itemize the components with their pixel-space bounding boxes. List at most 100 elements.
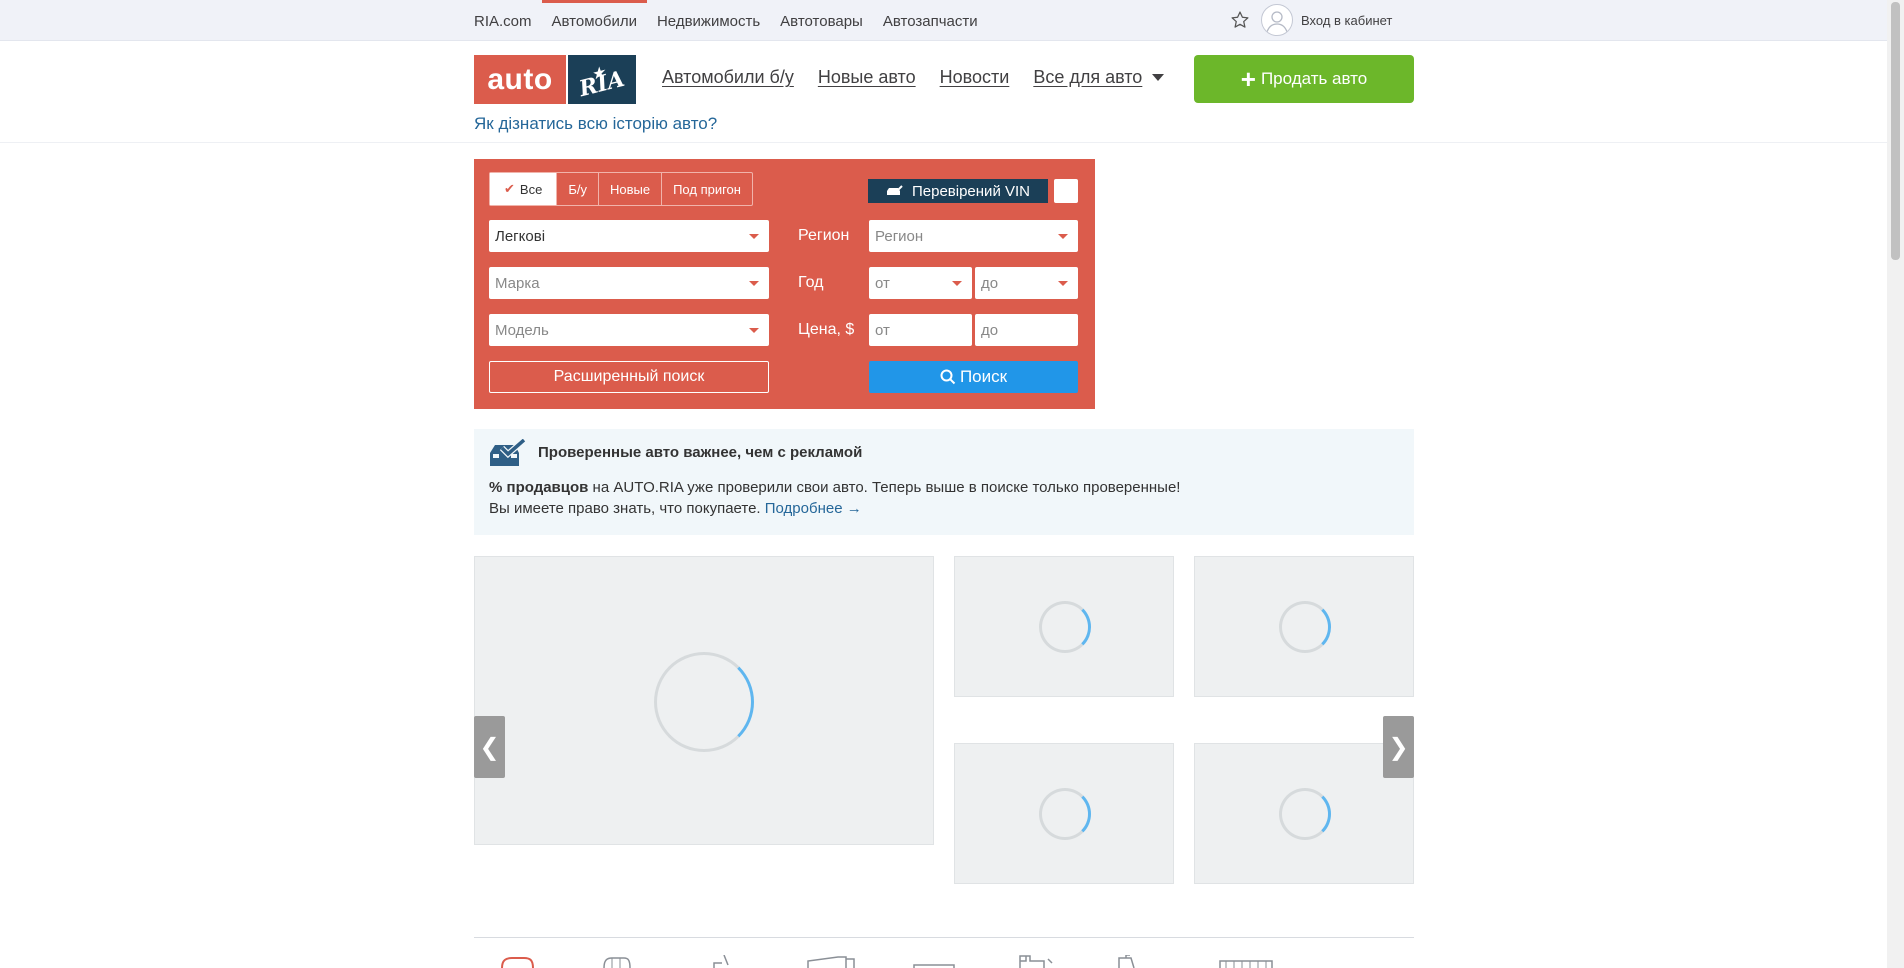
verified-vin-label: Перевірений VIN	[911, 182, 1030, 200]
bus-category-icon[interactable]	[1118, 955, 1135, 968]
tab-new[interactable]: Новые	[597, 173, 661, 205]
vehicle-type-value: Легкові	[495, 227, 546, 245]
brand-select[interactable]: Марка	[489, 267, 769, 299]
user-area: Вход в кабинет	[1227, 4, 1392, 36]
portal-nav: RIA.com Автомобили Недвижимость Автотова…	[474, 0, 988, 41]
brand-placeholder: Марка	[495, 274, 540, 292]
verified-car-icon	[886, 185, 903, 195]
price-label: Цена, $	[798, 321, 855, 338]
logo-auto: auto	[474, 55, 566, 104]
chevron-down-icon	[749, 328, 759, 333]
moto-category-icon[interactable]	[603, 957, 631, 968]
loading-spinner-icon	[1039, 788, 1091, 840]
loading-spinner-icon	[1039, 601, 1091, 653]
price-from-input[interactable]: от	[869, 314, 972, 346]
user-avatar-icon[interactable]	[1261, 4, 1293, 36]
login-link[interactable]: Вход в кабинет	[1301, 13, 1392, 28]
region-label: Регион	[798, 227, 850, 244]
chevron-down-icon	[1058, 234, 1068, 239]
condition-tabs: ✔ Все Б/у Новые Под пригон	[489, 172, 753, 206]
portal-link-autoparts[interactable]: Автозапчасти	[873, 0, 988, 41]
advanced-search-button[interactable]: Расширенный поиск	[489, 361, 769, 393]
chevron-down-icon	[1058, 281, 1068, 286]
search-button-label: Поиск	[959, 367, 1008, 386]
year-from-select[interactable]: от	[869, 267, 972, 299]
top-bar: RIA.com Автомобили Недвижимость Автотова…	[0, 0, 1904, 41]
vehicle-categories	[474, 955, 1414, 968]
banner-text-line2: Вы имеете право знать, что покупаете. По…	[489, 500, 862, 517]
portal-link-realty[interactable]: Недвижимость	[647, 0, 770, 41]
nav-new-cars[interactable]: Новые авто	[818, 67, 916, 88]
chevron-down-icon	[749, 234, 759, 239]
portal-link-ria[interactable]: RIA.com	[474, 0, 542, 41]
verified-car-icon	[490, 439, 526, 466]
carousel-slide[interactable]	[1194, 743, 1414, 884]
region-placeholder: Регион	[875, 227, 924, 245]
year-to-placeholder: до	[981, 274, 999, 292]
verified-cars-banner: Проверенные авто важнее, чем с рекламой …	[474, 429, 1414, 535]
banner-text-rest: на AUTO.RIA уже проверили свои авто. Теп…	[588, 479, 1181, 496]
carousel-slide[interactable]	[1194, 556, 1414, 697]
logo-ria: ★ RIA	[568, 55, 636, 104]
vehicle-type-select[interactable]: Легкові	[489, 220, 769, 252]
search-button[interactable]: Поиск	[869, 361, 1078, 393]
price-from-placeholder: от	[875, 321, 890, 339]
favorites-star-icon[interactable]	[1227, 7, 1253, 33]
logo-ria-text: RIA	[576, 65, 628, 102]
nav-used-cars[interactable]: Автомобили б/у	[662, 67, 794, 88]
carousel-main-slide[interactable]	[474, 556, 934, 845]
auto-ria-logo[interactable]: auto ★ RIA	[474, 55, 636, 104]
sell-car-label: Продать авто	[1260, 69, 1368, 88]
site-header: auto ★ RIA Автомобили б/у Новые авто Нов…	[0, 42, 1904, 143]
special-category-icon[interactable]	[807, 956, 855, 968]
agro-category-icon[interactable]	[1019, 955, 1053, 968]
region-select[interactable]: Регион	[869, 220, 1078, 252]
car-history-link[interactable]: Як дізнатись всю історію авто?	[474, 114, 717, 134]
banner-text: Вы имеете право знать, что покупаете.	[489, 500, 765, 517]
nav-all-for-auto[interactable]: Все для авто	[1033, 67, 1165, 88]
search-form: ✔ Все Б/у Новые Под пригон Перевірений VI…	[474, 159, 1095, 409]
banner-text-line1: % продавцов на AUTO.RIA уже проверили св…	[489, 479, 1180, 496]
tab-all-label: Все	[519, 181, 543, 197]
banner-bold-text: % продавцов	[489, 479, 589, 496]
chevron-down-icon	[749, 281, 759, 286]
verified-vin-checkbox[interactable]	[1054, 179, 1078, 203]
water-category-icon[interactable]	[1219, 960, 1273, 968]
truck-category-icon[interactable]	[713, 955, 729, 968]
carousel-slide[interactable]	[954, 743, 1174, 884]
plus-icon: +	[1240, 64, 1256, 94]
banner-title: Проверенные авто важнее, чем с рекламой	[538, 444, 863, 461]
price-to-input[interactable]: до	[975, 314, 1078, 346]
tab-all[interactable]: ✔ Все	[490, 173, 557, 205]
chevron-down-icon	[1152, 74, 1165, 81]
search-icon	[940, 369, 956, 385]
price-to-placeholder: до	[981, 321, 999, 339]
carousel-next-button[interactable]: ❯	[1383, 716, 1414, 778]
year-to-select[interactable]: до	[975, 267, 1078, 299]
main-nav: Автомобили б/у Новые авто Новости Все дл…	[662, 67, 1188, 88]
nav-news[interactable]: Новости	[940, 67, 1010, 88]
loading-spinner-icon	[1279, 788, 1331, 840]
portal-link-cars[interactable]: Автомобили	[541, 0, 647, 41]
verified-vin-badge[interactable]: Перевірений VIN	[868, 179, 1048, 203]
learn-more-link[interactable]: Подробнее →	[765, 500, 862, 517]
year-from-placeholder: от	[875, 274, 890, 292]
portal-link-autogoods[interactable]: Автотовары	[770, 0, 873, 41]
scrollbar-thumb[interactable]	[1891, 2, 1900, 260]
year-label: Год	[798, 274, 824, 291]
section-divider	[474, 937, 1414, 938]
checkmark-icon: ✔	[504, 181, 515, 196]
tab-used[interactable]: Б/у	[556, 173, 598, 205]
page-scrollbar[interactable]	[1887, 0, 1904, 968]
nav-all-for-auto-label: Все для авто	[1033, 67, 1143, 87]
car-category-icon[interactable]	[501, 957, 534, 968]
carousel-slide[interactable]	[954, 556, 1174, 697]
sell-car-button[interactable]: + Продать авто	[1194, 55, 1414, 103]
loading-spinner-icon	[654, 652, 754, 752]
loading-spinner-icon	[1279, 601, 1331, 653]
model-select[interactable]: Модель	[489, 314, 769, 346]
tab-import[interactable]: Под пригон	[661, 173, 752, 205]
carousel-prev-button[interactable]: ❮	[474, 716, 505, 778]
chevron-down-icon	[952, 281, 962, 286]
model-placeholder: Модель	[495, 321, 549, 339]
